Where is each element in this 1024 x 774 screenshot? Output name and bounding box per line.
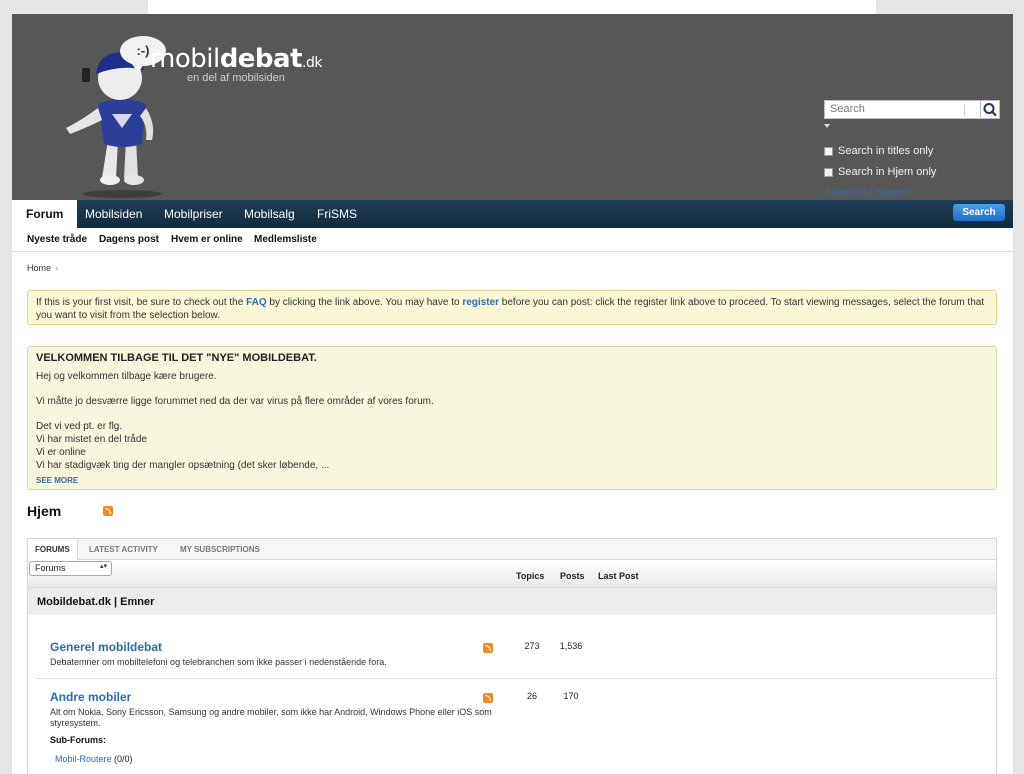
top-strip — [148, 0, 876, 14]
subnav-nyeste-traade[interactable]: Nyeste tråde — [27, 234, 87, 245]
see-more-link[interactable]: SEE MORE — [36, 476, 988, 485]
forum-title[interactable]: Andre mobiler — [50, 690, 131, 704]
search-submit-button[interactable] — [980, 100, 1000, 119]
search-titles-only-option[interactable]: Search in titles only — [824, 145, 933, 157]
nav-tab-forum[interactable]: Forum — [12, 200, 78, 228]
breadcrumb-home[interactable]: Home — [27, 263, 51, 273]
forum-title[interactable]: Generel mobildebat — [50, 640, 162, 654]
search-icon — [983, 103, 997, 117]
subforums-label: Sub-Forums: — [50, 735, 106, 745]
logo-bold: debat — [219, 44, 303, 74]
forums-box: FORUMS LATEST ACTIVITY MY SUBSCRIPTIONS … — [27, 538, 997, 774]
page: :-) mobildebat.dk en del af mobilsiden S… — [12, 14, 1013, 774]
forum-posts-count: 170 — [563, 691, 579, 701]
announcement-line: Vi er online — [36, 447, 86, 458]
announcement-line: Vi har stadigvæk ting der mangler opsætn… — [36, 460, 330, 471]
notice-text-1: If this is your first visit, be sure to … — [36, 297, 247, 308]
select-arrows-icon: ▴▾ — [99, 563, 107, 570]
subforum-link-label[interactable]: Mobil-Routere — [55, 754, 112, 764]
tab-forums[interactable]: FORUMS — [28, 539, 78, 561]
announcement-line: Vi har mistet en del tråde — [36, 434, 147, 445]
advanced-search-link[interactable]: Advanced Search — [824, 187, 911, 199]
announcement-title: VELKOMMEN TILBAGE TIL DET "NYE" MOBILDEB… — [36, 352, 317, 364]
subnav-dagens-post[interactable]: Dagens post — [99, 234, 159, 245]
announcement-line: Hej og velkommen tilbage kære brugere. — [36, 371, 217, 382]
rss-icon[interactable] — [103, 506, 113, 516]
search-hjem-only-option[interactable]: Search in Hjem only — [824, 166, 936, 178]
site-header: :-) mobildebat.dk en del af mobilsiden S… — [12, 14, 1013, 200]
forum-view-select[interactable]: Forums ▴▾ — [29, 561, 112, 576]
nav-tab-mobilsiden[interactable]: Mobilsiden — [85, 200, 142, 228]
col-posts: Posts — [560, 571, 585, 581]
nav-search-button[interactable]: Search — [953, 204, 1005, 221]
logo-main: mobil — [150, 44, 220, 74]
logo-tagline: en del af mobilsiden — [187, 72, 285, 84]
section-title: Hjem — [27, 503, 62, 519]
rss-icon[interactable] — [483, 693, 493, 703]
tab-latest-activity[interactable]: LATEST ACTIVITY — [82, 539, 165, 560]
notice-text-2: by clicking the link above. You may have… — [266, 297, 463, 308]
subforum-count: (0/0) — [114, 754, 133, 764]
forum-description: Debatemner om mobiltelefoni og telebranc… — [50, 657, 387, 667]
row-divider — [36, 678, 996, 679]
search-titles-only-label: Search in titles only — [838, 145, 934, 157]
forum-tabs: FORUMS LATEST ACTIVITY MY SUBSCRIPTIONS — [28, 539, 996, 561]
nav-tab-mobilsalg[interactable]: Mobilsalg — [244, 200, 295, 228]
announcement-line: Det vi ved pt. er flg. — [36, 421, 123, 432]
forum-topics-count: 26 — [526, 691, 537, 701]
tab-my-subscriptions[interactable]: MY SUBSCRIPTIONS — [173, 539, 267, 560]
col-last-post: Last Post — [598, 571, 639, 581]
announcement-box: VELKOMMEN TILBAGE TIL DET "NYE" MOBILDEB… — [27, 346, 997, 490]
register-link[interactable]: register — [462, 297, 499, 308]
breadcrumb-separator: › — [55, 263, 59, 273]
subnav-medlemsliste[interactable]: Medlemsliste — [254, 234, 317, 245]
sub-navbar: Nyeste tråde Dagens post Hvem er online … — [12, 228, 1013, 252]
first-visit-notice: If this is your first visit, be sure to … — [27, 290, 997, 325]
forum-posts-count: 1,536 — [559, 641, 583, 651]
site-logo[interactable]: mobildebat.dk — [150, 44, 322, 74]
subforum-link[interactable]: Mobil-Routere (0/0) — [55, 754, 133, 764]
announcement-line: Vi måtte jo desværre ligge forummet ned … — [36, 396, 434, 407]
forum-category[interactable]: Mobildebat.dk | Emner — [28, 588, 996, 615]
search-hjem-only-label: Search in Hjem only — [838, 166, 937, 178]
nav-tab-frisms[interactable]: FriSMS — [317, 200, 357, 228]
forum-description: Alt om Nokia, Sony Ericsson, Samsung og … — [50, 707, 492, 728]
col-topics: Topics — [516, 571, 545, 581]
forum-column-header: Forums ▴▾ Topics Posts Last Post — [28, 561, 996, 588]
forum-view-select-value: Forums — [35, 563, 66, 573]
forum-topics-count: 273 — [524, 641, 540, 651]
nav-tab-mobilpriser[interactable]: Mobilpriser — [164, 200, 223, 228]
rss-icon[interactable] — [483, 643, 493, 653]
search-options-caret-icon[interactable] — [824, 124, 830, 128]
breadcrumb: Home › — [27, 263, 58, 273]
checkbox-hjem-only[interactable] — [824, 167, 833, 177]
checkbox-titles-only[interactable] — [824, 146, 833, 156]
logo-tld: .dk — [302, 55, 322, 71]
faq-link[interactable]: FAQ — [246, 297, 267, 308]
search-input[interactable]: Search — [824, 100, 982, 119]
main-navbar: Forum Mobilsiden Mobilpriser Mobilsalg F… — [12, 200, 1013, 228]
subnav-hvem-er-online[interactable]: Hvem er online — [171, 234, 243, 245]
